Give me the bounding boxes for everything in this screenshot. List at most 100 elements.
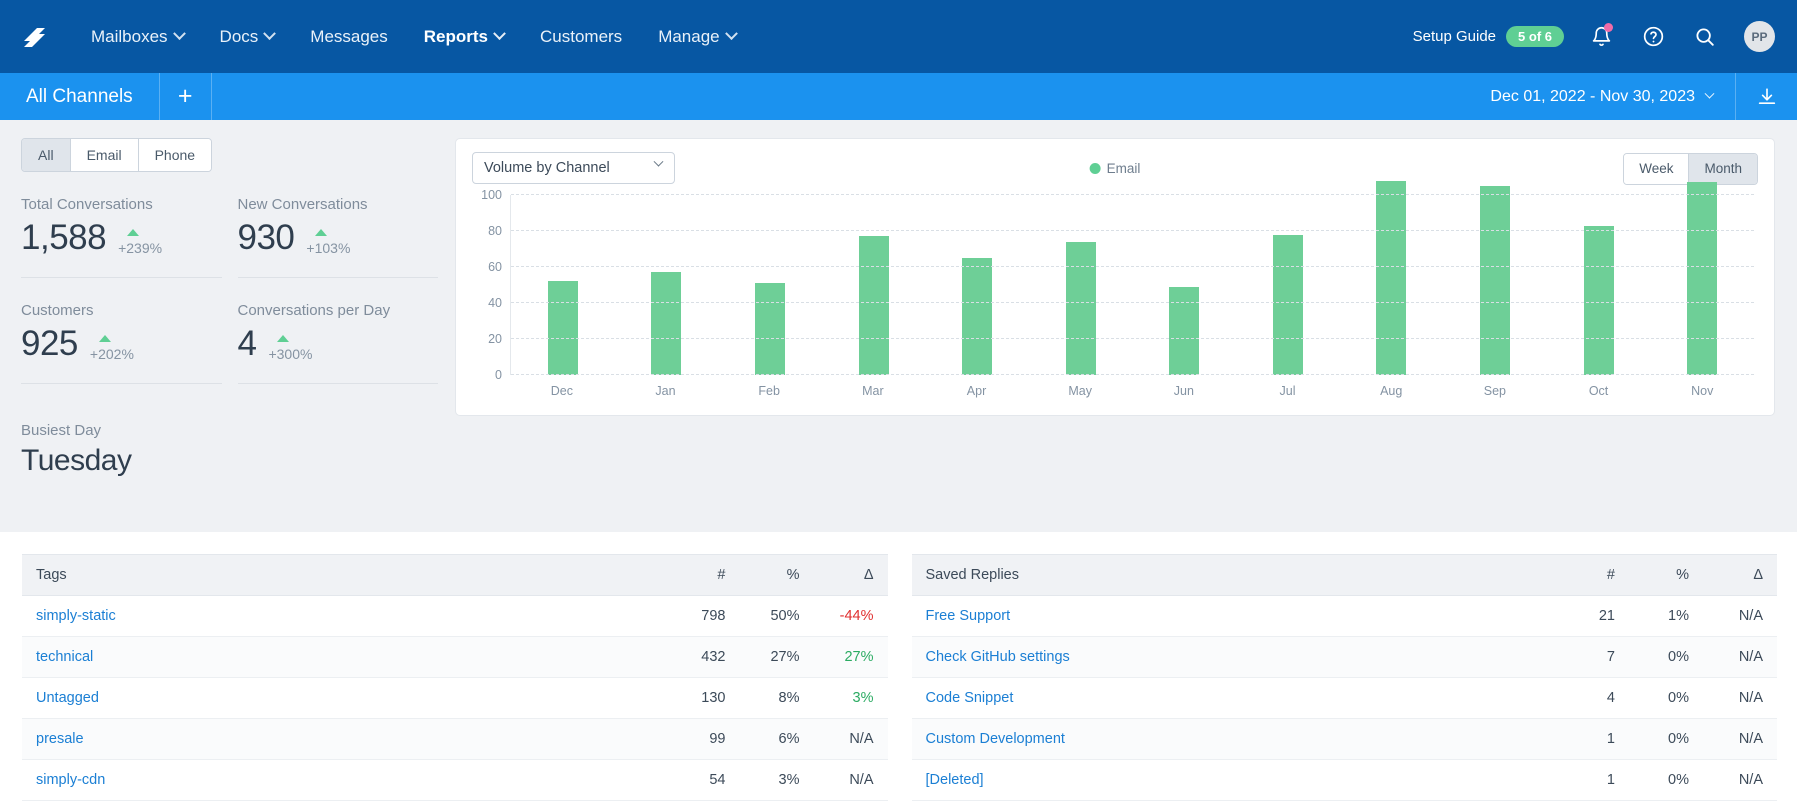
chart-grid-area — [510, 180, 1754, 375]
cell-percent: 6% — [739, 718, 814, 760]
chart-bar[interactable] — [1479, 186, 1510, 375]
help-button[interactable] — [1638, 22, 1668, 52]
bar-slot[interactable] — [511, 195, 615, 375]
setup-guide-button[interactable]: Setup Guide 5 of 6 — [1413, 25, 1564, 48]
row-link[interactable]: [Deleted] — [926, 772, 984, 788]
download-export-button[interactable] — [1735, 73, 1797, 120]
table-row: Free Support 21 1% N/A — [911, 595, 1777, 637]
row-link[interactable]: Check GitHub settings — [926, 649, 1070, 665]
bar-slot[interactable] — [718, 195, 822, 375]
stat-value: 925 — [21, 324, 78, 364]
chart-bar[interactable] — [547, 281, 578, 375]
tags-table-body: simply-static 798 50% -44% technical 432 27% 27… — [22, 595, 888, 801]
notification-badge-dot — [1604, 22, 1613, 32]
bar-slot[interactable] — [822, 195, 926, 375]
chevron-down-icon — [263, 27, 277, 41]
helpscout-logo-icon[interactable] — [18, 20, 52, 54]
stat-label: New Conversations — [237, 196, 368, 214]
y-axis-tick-label: 100 — [481, 188, 502, 202]
filter-phone[interactable]: Phone — [138, 139, 212, 172]
date-range-label: Dec 01, 2022 - Nov 30, 2023 — [1490, 87, 1695, 105]
cell-name: Untagged — [22, 677, 666, 719]
bar-slot[interactable] — [1443, 186, 1547, 375]
bar-slot[interactable] — [1236, 195, 1340, 375]
chart-bar[interactable] — [1272, 234, 1303, 375]
cell-count: 130 — [665, 677, 740, 719]
period-week[interactable]: Week — [1624, 154, 1690, 184]
nav-item-customers[interactable]: Customers — [523, 19, 639, 55]
chart-bar[interactable] — [858, 236, 889, 375]
table-header-row: Tags # % Δ — [22, 554, 888, 596]
bar-slot[interactable] — [1132, 195, 1236, 375]
avatar[interactable]: PP — [1744, 21, 1775, 52]
saved-replies-table-wrapper: Saved Replies # % Δ Free Support 21 1% N/A C… — [911, 554, 1777, 809]
nav-item-manage[interactable]: Manage — [641, 19, 752, 55]
period-month[interactable]: Month — [1689, 154, 1757, 184]
table-row: simply-static 798 50% -44% — [22, 595, 888, 637]
row-link[interactable]: simply-cdn — [36, 772, 105, 788]
cell-percent: 0% — [1629, 677, 1703, 719]
date-range-picker[interactable]: Dec 01, 2022 - Nov 30, 2023 — [1468, 73, 1735, 120]
nav-item-reports[interactable]: Reports — [407, 19, 521, 55]
nav-item-docs[interactable]: Docs — [203, 19, 292, 55]
row-link[interactable]: Free Support — [926, 608, 1011, 624]
table-row: presale 99 6% N/A — [22, 718, 888, 760]
bar-slot[interactable] — [615, 195, 719, 375]
bar-slot[interactable] — [1650, 182, 1754, 375]
row-link[interactable]: technical — [36, 649, 93, 665]
nav-item-messages[interactable]: Messages — [293, 19, 404, 55]
bar-slot[interactable] — [925, 195, 1029, 375]
x-axis-tick-label: Apr — [966, 384, 987, 398]
y-axis-tick-label: 40 — [488, 296, 502, 310]
chart-bar[interactable] — [1376, 180, 1407, 375]
cell-name: Custom Development — [911, 718, 1555, 760]
x-axis-tick-label: Feb — [758, 384, 780, 398]
cell-percent: 0% — [1629, 636, 1703, 678]
legend-color-dot — [1089, 162, 1101, 174]
filter-all[interactable]: All — [22, 139, 71, 172]
cell-count: 432 — [665, 636, 740, 678]
y-axis-tick-label: 60 — [488, 260, 502, 274]
cell-delta: N/A — [1703, 718, 1777, 760]
x-axis-tick-label: Mar — [862, 384, 884, 398]
bar-slot[interactable] — [1340, 180, 1444, 375]
stats-column: All Email Phone Total Conversations 1,58… — [18, 138, 438, 532]
chart-bar[interactable] — [1687, 182, 1718, 375]
stat-value: Tuesday — [21, 444, 132, 478]
cell-percent: 50% — [739, 595, 814, 637]
cell-count: 7 — [1555, 636, 1629, 678]
table-row: [Deleted] 1 0% N/A — [911, 759, 1777, 801]
nav-item-mailboxes[interactable]: Mailboxes — [74, 19, 201, 55]
row-link[interactable]: Custom Development — [926, 731, 1065, 747]
bar-slot[interactable] — [1547, 195, 1651, 375]
row-link[interactable]: Untagged — [36, 690, 99, 706]
chart-bar[interactable] — [1583, 225, 1614, 375]
cell-percent: 3% — [739, 759, 814, 801]
row-link[interactable]: Code Snippet — [926, 690, 1014, 706]
chevron-down-icon — [724, 27, 738, 41]
x-axis-tick-label: Sep — [1483, 384, 1506, 398]
table-row: technical 432 27% 27% — [22, 636, 888, 678]
row-link[interactable]: simply-static — [36, 608, 116, 624]
chart-legend[interactable]: Email — [1089, 160, 1141, 176]
notifications-button[interactable] — [1586, 22, 1616, 52]
chart-bar[interactable] — [1065, 241, 1096, 375]
cell-count: 798 — [665, 595, 740, 637]
search-icon[interactable] — [1690, 22, 1720, 52]
chart-bar[interactable] — [754, 283, 785, 375]
channel-tab-all-channels[interactable]: All Channels — [0, 73, 160, 120]
bar-chart-plot: 0 20 40 60 80 100 Dec Jan Feb Mar Apr May Jun Jul Aug… — [472, 180, 1758, 405]
chart-bar[interactable] — [651, 272, 682, 375]
x-axis-tick-label: Aug — [1380, 384, 1403, 398]
legend-label: Email — [1106, 160, 1141, 176]
chart-bar[interactable] — [962, 258, 993, 375]
chart-bar[interactable] — [1169, 286, 1200, 375]
y-axis-tick-label: 0 — [495, 368, 502, 382]
cell-delta: N/A — [1703, 759, 1777, 801]
add-channel-button[interactable]: + — [160, 73, 212, 120]
bar-slot[interactable] — [1029, 195, 1133, 375]
row-link[interactable]: presale — [36, 731, 84, 747]
filter-email[interactable]: Email — [70, 139, 139, 172]
chart-metric-select[interactable]: Volume by ChannelVolume by HourVolume by… — [472, 152, 675, 184]
cell-delta: N/A — [1703, 677, 1777, 719]
